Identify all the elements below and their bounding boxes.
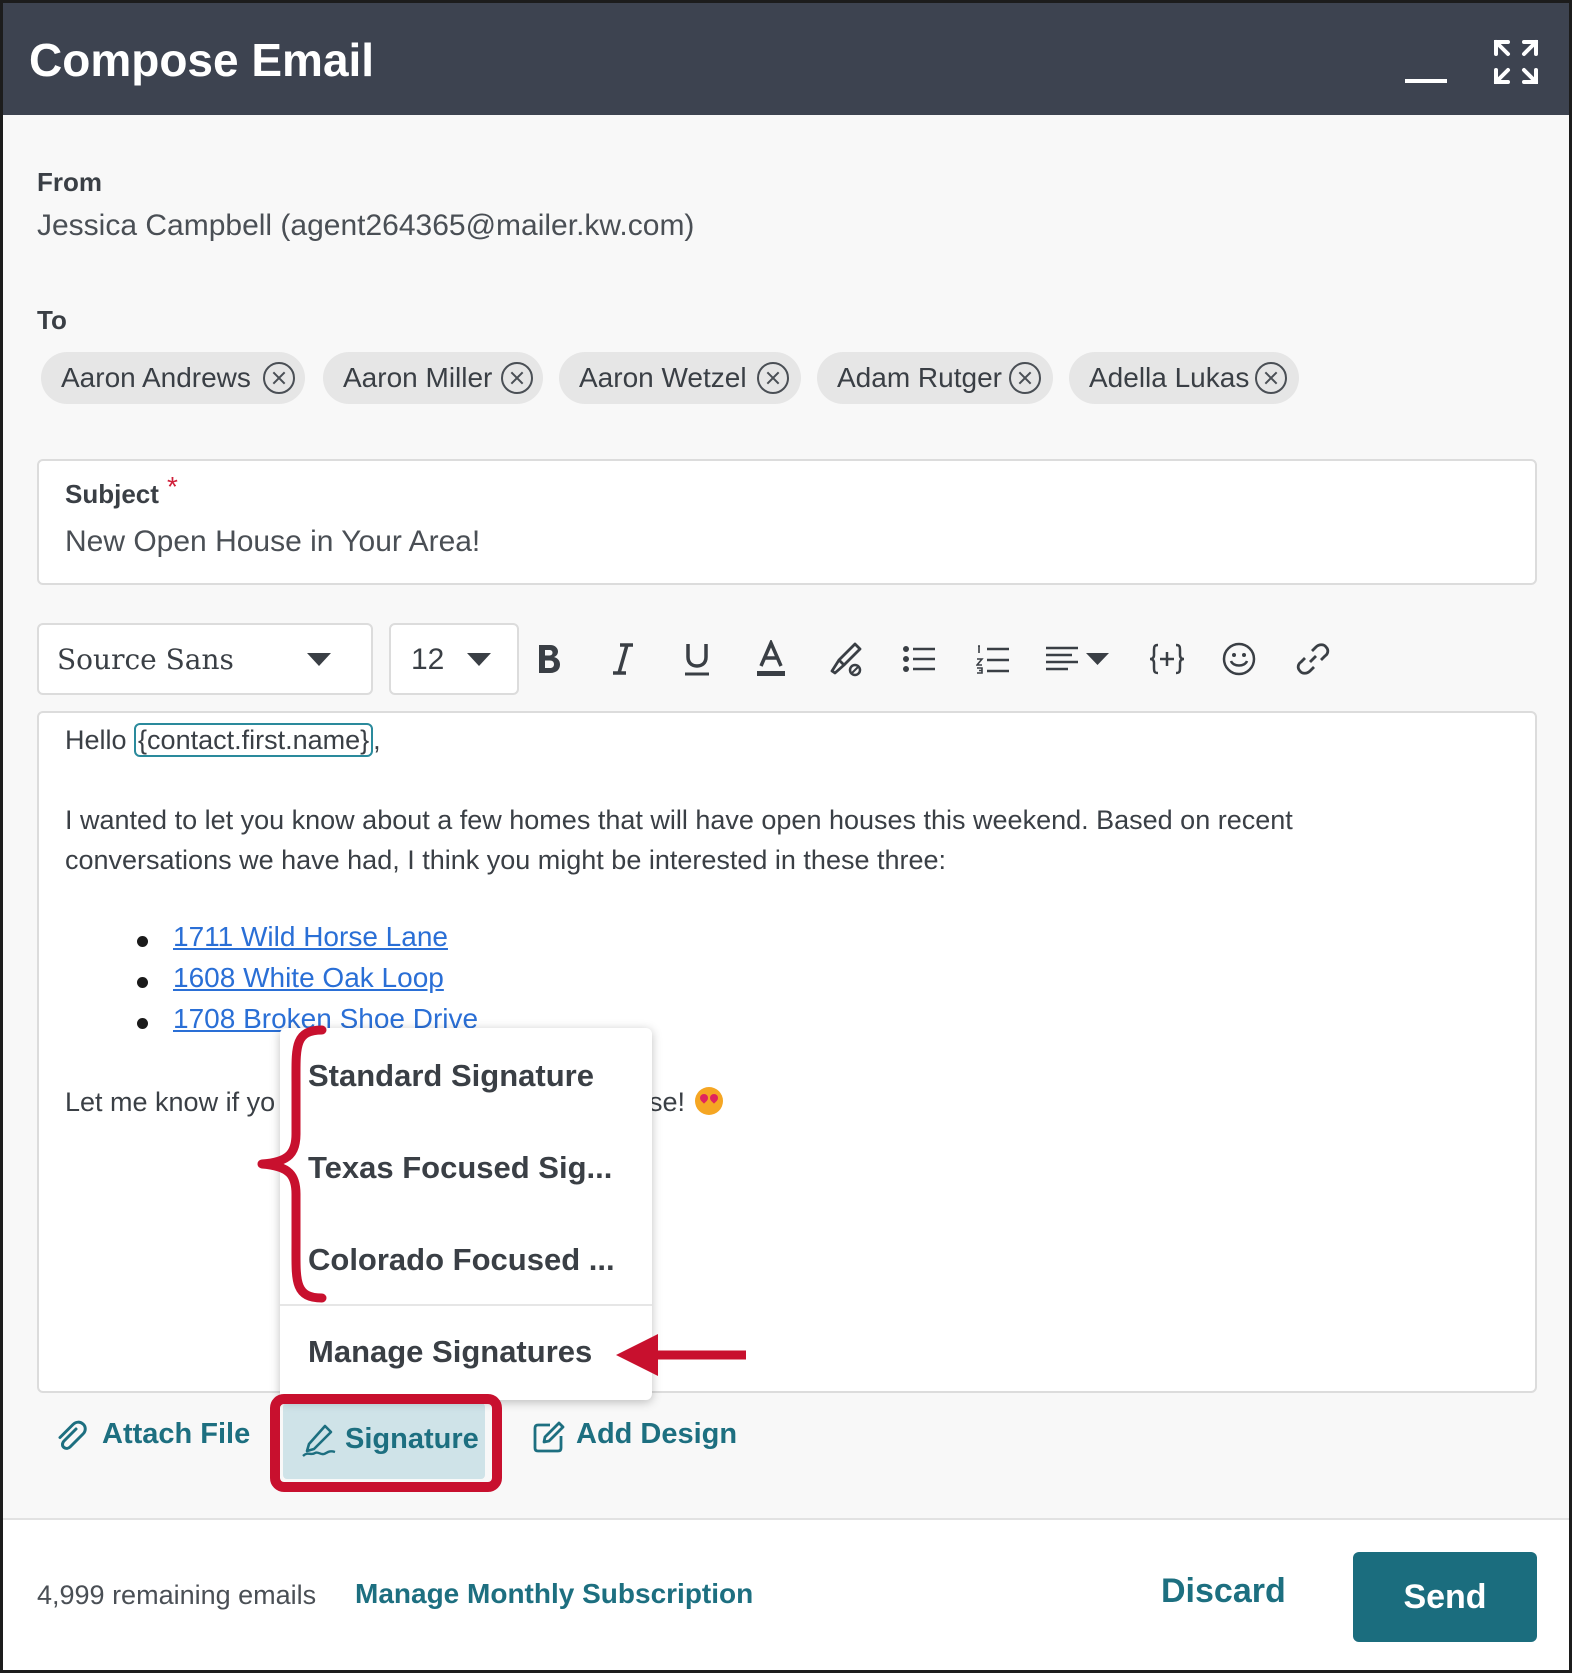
bulleted-list-icon[interactable]: [893, 633, 945, 685]
required-asterisk: *: [167, 471, 178, 502]
remove-recipient-icon[interactable]: [263, 362, 295, 394]
italic-icon[interactable]: [597, 633, 649, 685]
recipient-chip: Aaron Andrews: [41, 352, 305, 404]
greeting-suffix: ,: [373, 725, 381, 755]
subject-field[interactable]: Subject * New Open House in Your Area!: [37, 459, 1537, 585]
remove-recipient-icon[interactable]: [1255, 362, 1287, 394]
manage-subscription-link[interactable]: Manage Monthly Subscription: [355, 1578, 753, 1610]
remove-recipient-icon[interactable]: [1009, 362, 1041, 394]
link-icon[interactable]: [1287, 633, 1339, 685]
window-header: Compose Email: [3, 3, 1569, 115]
recipient-name: Aaron Andrews: [61, 362, 251, 393]
list-bullet: [137, 977, 148, 988]
from-value: Jessica Campbell (agent264365@mailer.kw.…: [37, 209, 695, 242]
emoji-icon[interactable]: [1213, 633, 1265, 685]
highlight-icon[interactable]: [819, 633, 871, 685]
subject-label: Subject: [65, 479, 159, 509]
edit-design-icon: [533, 1421, 565, 1453]
remaining-emails-text: 4,999 remaining emails: [37, 1580, 317, 1610]
subject-input[interactable]: New Open House in Your Area!: [65, 525, 480, 559]
merge-token[interactable]: {contact.first.name}: [134, 723, 374, 757]
attach-file-label: Attach File: [102, 1418, 251, 1450]
greeting-prefix: Hello: [65, 725, 135, 755]
underline-icon[interactable]: [671, 633, 723, 685]
body-text-line: I wanted to let you know about a few hom…: [65, 805, 1293, 835]
discard-button[interactable]: Discard: [1161, 1572, 1286, 1611]
manage-signatures-option[interactable]: Manage Signatures: [308, 1334, 592, 1370]
chevron-down-icon: [307, 653, 331, 666]
recipient-chip: Aaron Wetzel: [559, 352, 801, 404]
bold-icon[interactable]: [523, 633, 575, 685]
property-link[interactable]: 1711 Wild Horse Lane: [173, 921, 448, 953]
recipient-name: Adella Lukas: [1089, 362, 1250, 393]
from-label: From: [37, 167, 102, 197]
compose-footer: 4,999 remaining emails Manage Monthly Su…: [3, 1518, 1569, 1670]
chevron-down-icon: [467, 653, 491, 666]
minimize-icon[interactable]: [1403, 43, 1451, 83]
merge-field-icon[interactable]: [1141, 633, 1193, 685]
annotation-highlight-box: [270, 1394, 502, 1492]
property-link[interactable]: 1608 White Oak Loop: [173, 962, 444, 994]
heart-eyes-emoji-icon: [695, 1087, 724, 1115]
paperclip-icon: [58, 1420, 87, 1450]
compose-body: From Jessica Campbell (agent264365@maile…: [3, 115, 1569, 1518]
recipient-chip: Adam Rutger: [817, 352, 1053, 404]
font-size-select[interactable]: 12: [389, 623, 519, 695]
greeting-line: Hello {contact.first.name},: [65, 723, 381, 757]
numbered-list-icon[interactable]: [967, 633, 1019, 685]
closing-line-right: se!: [649, 1087, 724, 1118]
send-button[interactable]: Send: [1353, 1552, 1537, 1642]
text-color-icon[interactable]: [745, 633, 797, 685]
window-title: Compose Email: [29, 34, 375, 86]
body-text-line: conversations we have had, I think you m…: [65, 845, 947, 875]
closing-text: se!: [649, 1087, 686, 1117]
list-bullet: [137, 936, 148, 947]
align-icon[interactable]: [1041, 633, 1113, 685]
expand-icon[interactable]: [1493, 39, 1539, 85]
closing-line-left: Let me know if yo: [65, 1087, 276, 1117]
signature-option[interactable]: Standard Signature: [308, 1058, 594, 1094]
font-family-select[interactable]: Source Sans: [37, 623, 373, 695]
signature-option[interactable]: Texas Focused Sig...: [308, 1150, 612, 1186]
add-design-label: Add Design: [576, 1418, 738, 1450]
email-body-editor[interactable]: Hello {contact.first.name}, I wanted to …: [37, 711, 1537, 1393]
recipient-name: Aaron Wetzel: [579, 362, 747, 393]
to-label: To: [37, 305, 67, 335]
list-bullet: [137, 1018, 148, 1029]
menu-divider: [280, 1304, 652, 1306]
recipient-chip: Aaron Miller: [323, 352, 543, 404]
remove-recipient-icon[interactable]: [501, 362, 533, 394]
font-family-value: Source Sans: [57, 643, 234, 676]
recipient-chip: Adella Lukas: [1069, 352, 1299, 404]
recipient-name: Aaron Miller: [343, 362, 493, 393]
signature-dropdown: Standard Signature Texas Focused Sig... …: [280, 1028, 652, 1400]
font-size-value: 12: [411, 643, 445, 676]
remove-recipient-icon[interactable]: [757, 362, 789, 394]
recipient-name: Adam Rutger: [837, 362, 1002, 393]
signature-option[interactable]: Colorado Focused ...: [308, 1242, 615, 1278]
